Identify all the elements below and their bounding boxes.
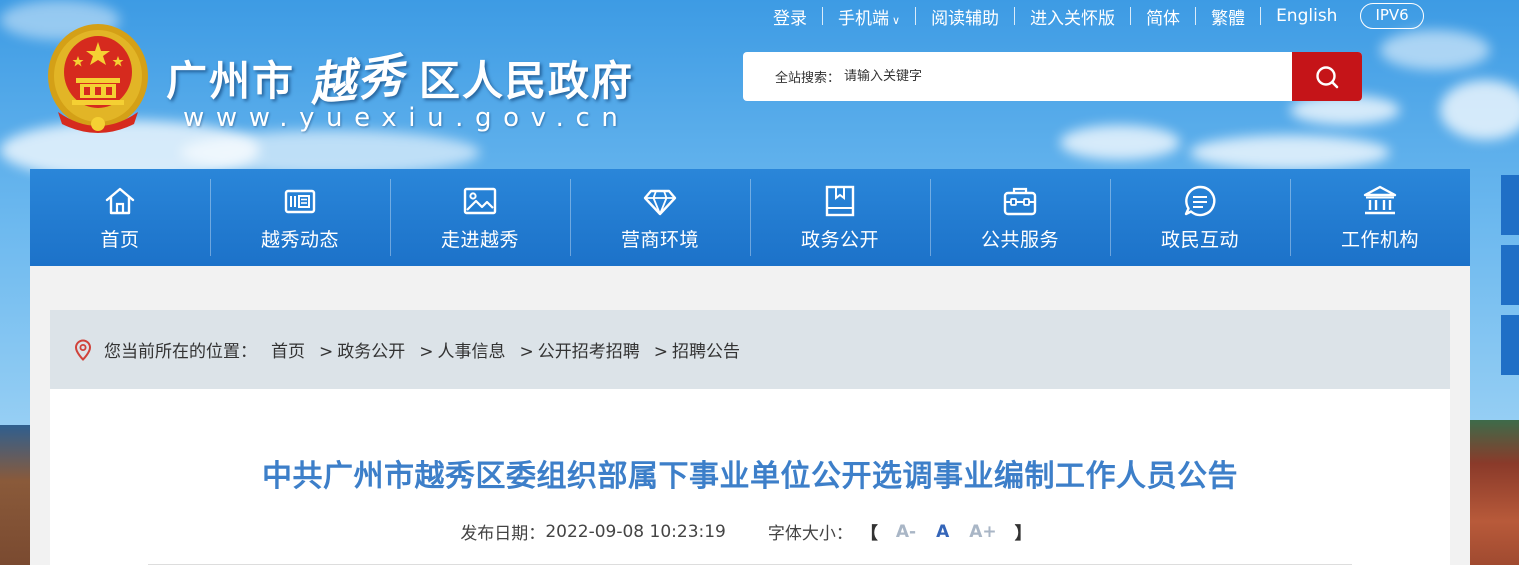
nav-item-about-yuexiu[interactable]: 走进越秀 [390,169,570,266]
nav-item-label: 工作机构 [1340,229,1419,251]
nav-item-label: 政务公开 [800,229,879,251]
title-district: 区人民政府 [419,57,634,105]
nav-item-label: 政民互动 [1160,229,1239,251]
search-button[interactable] [1292,52,1362,101]
breadcrumb-announcements[interactable]: > 招聘公告 [654,337,740,362]
home-icon [105,187,135,215]
breadcrumb-separator: > [419,342,434,362]
english-link[interactable]: English [1261,6,1352,26]
search-field: 全站搜索： [743,52,1292,101]
article: 中共广州市越秀区委组织部属下事业单位公开选调事业编制工作人员公告 发布日期： 2… [50,389,1450,565]
nav-item-yuexiu-news[interactable]: 越秀动态 [210,169,390,266]
nav-item-label: 公共服务 [980,229,1059,251]
site-search: 全站搜索： [743,52,1362,101]
breadcrumb-home[interactable]: 首页 [271,337,305,362]
breadcrumb-separator: > [319,342,334,362]
breadcrumb-label: 公开招考招聘 [537,342,640,362]
cloud-decoration [1380,30,1490,70]
cloud-decoration [1060,125,1180,160]
breadcrumb-government-affairs[interactable]: > 政务公开 [319,337,405,362]
breadcrumb-label: 人事信息 [437,342,506,362]
nav-item-public-interaction[interactable]: 政民互动 [1110,169,1290,266]
side-tab[interactable] [1501,175,1519,235]
mobile-link-label: 手机端 [838,8,889,29]
bracket-close: 】 [1014,524,1032,544]
building-decoration [0,425,30,565]
nav-item-label: 营商环境 [620,229,699,251]
breadcrumb-separator: > [653,342,668,362]
nav-item-institutions[interactable]: 工作机构 [1290,169,1470,266]
nav-item-label: 首页 [100,229,140,251]
breadcrumb-label: 政务公开 [337,342,406,362]
ipv6-badge: IPV6 [1360,3,1424,29]
mobile-link[interactable]: 手机端 ∨ [823,4,915,29]
breadcrumb-label: 招聘公告 [672,342,740,362]
chat-icon [1184,185,1216,217]
traditional-chinese-link[interactable]: 繁體 [1196,4,1260,29]
cloud-decoration [1440,80,1519,140]
publish-label: 发布日期： [460,524,546,544]
reading-aid-link[interactable]: 阅读辅助 [916,4,1014,29]
chevron-down-icon: ∨ [892,13,901,27]
institution-icon [1363,185,1397,215]
nav-item-home[interactable]: 首页 [30,169,210,266]
font-size-label: 字体大小： [767,524,853,544]
site-title[interactable]: 广州市 越秀 区人民政府 [166,44,634,112]
nav-item-business-environment[interactable]: 营商环境 [570,169,750,266]
document-icon [825,185,855,217]
care-mode-link[interactable]: 进入关怀版 [1015,4,1130,29]
search-label: 全站搜索： [775,71,841,86]
nav-item-government-affairs[interactable]: 政务公开 [750,169,930,266]
article-meta: 发布日期： 2022-09-08 10:23:19 字体大小： 【 A- A A… [50,519,1450,545]
font-size-decrease-button[interactable]: A- [896,522,916,542]
national-emblem-logo[interactable] [44,20,152,136]
diamond-icon [643,189,677,216]
nav-item-public-services[interactable]: 公共服务 [930,169,1110,266]
location-pin-icon [74,338,92,361]
search-input[interactable] [844,69,1265,84]
cloud-decoration [1190,135,1390,170]
login-link[interactable]: 登录 [758,4,822,29]
top-links-bar: 登录 手机端 ∨ 阅读辅助 进入关怀版 简体 繁體 English IPV6 [758,3,1424,29]
nav-item-label: 走进越秀 [440,229,519,251]
font-size-increase-button[interactable]: A+ [969,522,996,542]
article-title: 中共广州市越秀区委组织部属下事业单位公开选调事业编制工作人员公告 [262,459,1238,494]
breadcrumb-recruitment[interactable]: > 公开招考招聘 [520,337,640,362]
title-city: 广州市 [166,57,295,105]
site-url: www.yuexiu.gov.cn [183,103,630,133]
search-icon [1316,65,1339,88]
building-decoration [1470,420,1519,565]
breadcrumb-prefix: 您当前所在的位置： [104,342,257,362]
picture-icon [463,187,497,215]
simplified-chinese-link[interactable]: 简体 [1131,4,1195,29]
breadcrumb-personnel-info[interactable]: > 人事信息 [419,337,505,362]
breadcrumb: 您当前所在的位置： 首页 > 政务公开 > 人事信息 > 公开招考招聘 > 招聘公告 [50,310,1450,389]
content-area: 您当前所在的位置： 首页 > 政务公开 > 人事信息 > 公开招考招聘 > 招聘公告 中… [30,266,1470,565]
font-size-default-button[interactable]: A [936,522,949,542]
main-nav: 首页 越秀动态 走进越秀 营商环境 政务公开 公共服务 政民互动 工作机构 [30,169,1470,266]
briefcase-icon [1003,187,1037,216]
newspaper-icon [284,189,316,214]
side-tab[interactable] [1501,245,1519,305]
nav-item-label: 越秀动态 [260,229,339,251]
breadcrumb-separator: > [519,342,534,362]
bracket-open: 【 [860,524,878,544]
side-tab[interactable] [1501,315,1519,375]
publish-date: 2022-09-08 10:23:19 [545,521,726,542]
